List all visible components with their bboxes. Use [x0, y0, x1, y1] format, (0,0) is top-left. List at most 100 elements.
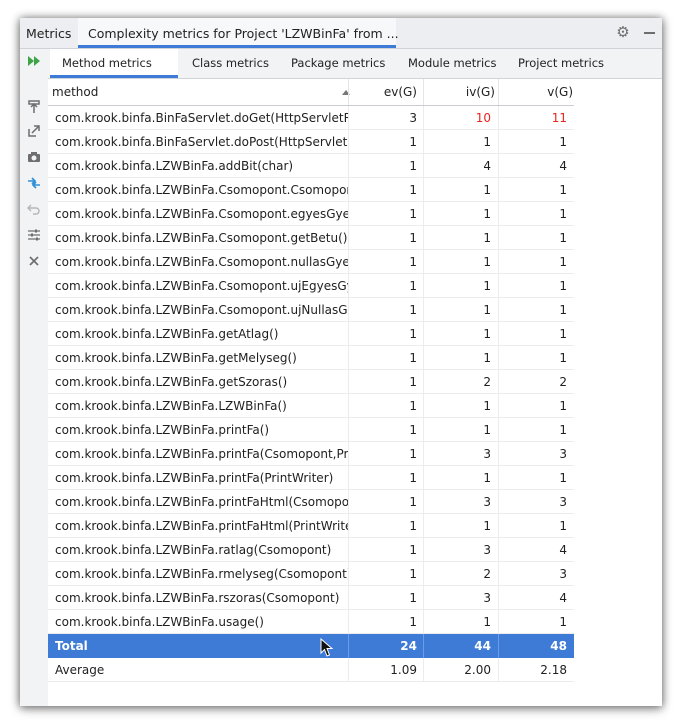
close-icon[interactable]	[24, 253, 44, 273]
table-row[interactable]: com.krook.binfa.BinFaServlet.doGet(HttpS…	[48, 106, 574, 130]
column-divider	[348, 250, 349, 274]
panel-title: Metrics	[26, 26, 72, 41]
v-cell: 1	[559, 423, 567, 437]
v-cell: 3	[559, 495, 567, 509]
column-divider	[348, 154, 349, 178]
column-divider	[423, 370, 424, 394]
v-cell: 1	[559, 615, 567, 629]
method-cell: com.krook.binfa.LZWBinFa.printFa(PrintWr…	[55, 471, 334, 485]
undo-icon[interactable]	[24, 201, 44, 221]
column-divider	[423, 610, 424, 634]
method-cell: Average	[55, 663, 105, 677]
ev-cell: 1	[409, 519, 417, 533]
v-cell: 1	[559, 399, 567, 413]
run-icon[interactable]	[24, 53, 44, 73]
settings-sliders-icon[interactable]	[24, 227, 44, 247]
gear-icon[interactable]: ⚙	[614, 23, 632, 41]
column-divider	[423, 130, 424, 154]
column-divider	[423, 106, 424, 130]
iv-cell: 1	[483, 351, 491, 365]
iv-cell: 1	[483, 615, 491, 629]
column-divider	[423, 250, 424, 274]
ev-cell: 1	[409, 543, 417, 557]
column-divider	[498, 442, 499, 466]
side-toolbar	[20, 49, 48, 706]
table-row[interactable]: com.krook.binfa.LZWBinFa.Csomopont.getBe…	[48, 226, 574, 250]
v-cell: 1	[559, 519, 567, 533]
method-cell: com.krook.binfa.LZWBinFa.printFaHtml(Cso…	[55, 495, 348, 509]
table-row[interactable]: com.krook.binfa.LZWBinFa.printFaHtml(Cso…	[48, 490, 574, 514]
tab-method-metrics[interactable]: Method metrics	[50, 49, 178, 78]
column-divider	[498, 322, 499, 346]
tab-package-metrics[interactable]: Package metrics	[279, 49, 395, 78]
method-cell: com.krook.binfa.LZWBinFa.Csomopont.ujEgy…	[55, 279, 348, 293]
table-row[interactable]: com.krook.binfa.BinFaServlet.doPost(Http…	[48, 130, 574, 154]
column-header-iv[interactable]: iv(G)	[423, 79, 495, 105]
table-row[interactable]: com.krook.binfa.LZWBinFa.getMelyseg() 1 1 1	[48, 346, 574, 370]
method-cell: com.krook.binfa.BinFaServlet.doGet(HttpS…	[55, 111, 348, 125]
column-divider	[498, 466, 499, 490]
v-cell: 3	[559, 447, 567, 461]
column-divider	[498, 154, 499, 178]
column-divider	[423, 322, 424, 346]
tab-class-metrics[interactable]: Class metrics	[180, 49, 278, 78]
iv-cell: 1	[483, 255, 491, 269]
table-row[interactable]: com.krook.binfa.LZWBinFa.rszoras(Csomopo…	[48, 586, 574, 610]
table-row[interactable]: com.krook.binfa.LZWBinFa.printFa(PrintWr…	[48, 466, 574, 490]
ev-cell: 1	[409, 423, 417, 437]
table-row[interactable]: com.krook.binfa.LZWBinFa.Csomopont.ujNul…	[48, 298, 574, 322]
table-row[interactable]: com.krook.binfa.LZWBinFa.LZWBinFa() 1 1 1	[48, 394, 574, 418]
table-row[interactable]: com.krook.binfa.LZWBinFa.printFa(Csomopo…	[48, 442, 574, 466]
method-cell: com.krook.binfa.LZWBinFa.getSzoras()	[55, 375, 288, 389]
minimize-icon[interactable]	[642, 23, 658, 41]
table-row[interactable]: com.krook.binfa.LZWBinFa.Csomopont.nulla…	[48, 250, 574, 274]
column-header-method[interactable]: method	[52, 79, 350, 105]
column-header-v[interactable]: v(G)	[498, 79, 573, 105]
table-row[interactable]: com.krook.binfa.LZWBinFa.ratlag(Csomopon…	[48, 538, 574, 562]
column-divider	[498, 106, 499, 130]
table-row[interactable]: com.krook.binfa.LZWBinFa.Csomopont.egyes…	[48, 202, 574, 226]
tab-project-metrics[interactable]: Project metrics	[506, 49, 618, 78]
iv-cell: 4	[483, 159, 491, 173]
column-divider	[423, 394, 424, 418]
column-divider	[423, 226, 424, 250]
export-icon[interactable]	[24, 123, 44, 143]
column-divider	[498, 562, 499, 586]
average-row[interactable]: Average 1.09 2.00 2.18	[48, 658, 574, 682]
table-row[interactable]: com.krook.binfa.LZWBinFa.addBit(char) 1 4 4	[48, 154, 574, 178]
method-cell: com.krook.binfa.LZWBinFa.ratlag(Csomopon…	[55, 543, 332, 557]
method-cell: com.krook.binfa.LZWBinFa.Csomopont.Csomo…	[55, 183, 348, 197]
ev-cell: 1	[409, 351, 417, 365]
camera-icon[interactable]	[24, 149, 44, 169]
column-divider	[348, 322, 349, 346]
table-row[interactable]: com.krook.binfa.LZWBinFa.usage() 1 1 1	[48, 610, 574, 634]
table-row[interactable]: com.krook.binfa.LZWBinFa.Csomopont.ujEgy…	[48, 274, 574, 298]
column-divider	[498, 514, 499, 538]
iv-cell: 3	[483, 447, 491, 461]
total-row[interactable]: Total 24 44 48	[48, 634, 574, 658]
ev-cell: 1	[409, 159, 417, 173]
v-cell: 1	[559, 327, 567, 341]
diff-icon[interactable]	[24, 175, 44, 195]
column-divider	[498, 250, 499, 274]
tab-module-metrics[interactable]: Module metrics	[396, 49, 504, 78]
table-row[interactable]: com.krook.binfa.LZWBinFa.Csomopont.Csomo…	[48, 178, 574, 202]
method-cell: com.krook.binfa.LZWBinFa.rszoras(Csomopo…	[55, 591, 340, 605]
iv-cell: 3	[483, 591, 491, 605]
ev-cell: 1	[409, 231, 417, 245]
column-divider	[348, 370, 349, 394]
table-row[interactable]: com.krook.binfa.LZWBinFa.printFa() 1 1 1	[48, 418, 574, 442]
method-cell: com.krook.binfa.BinFaServlet.doPost(Http…	[55, 135, 348, 149]
table-row[interactable]: com.krook.binfa.LZWBinFa.getAtlag() 1 1 1	[48, 322, 574, 346]
column-divider	[423, 298, 424, 322]
table-row[interactable]: com.krook.binfa.LZWBinFa.rmelyseg(Csomop…	[48, 562, 574, 586]
table-row[interactable]: com.krook.binfa.LZWBinFa.getSzoras() 1 2 2	[48, 370, 574, 394]
table-row[interactable]: com.krook.binfa.LZWBinFa.printFaHtml(Pri…	[48, 514, 574, 538]
column-header-ev[interactable]: ev(G)	[348, 79, 417, 105]
column-divider	[498, 202, 499, 226]
v-cell: 3	[559, 567, 567, 581]
v-cell: 1	[559, 471, 567, 485]
pin-icon[interactable]	[24, 99, 44, 119]
content-tab[interactable]: Complexity metrics for Project 'LZWBinFa…	[78, 18, 399, 48]
v-cell: 4	[559, 591, 567, 605]
